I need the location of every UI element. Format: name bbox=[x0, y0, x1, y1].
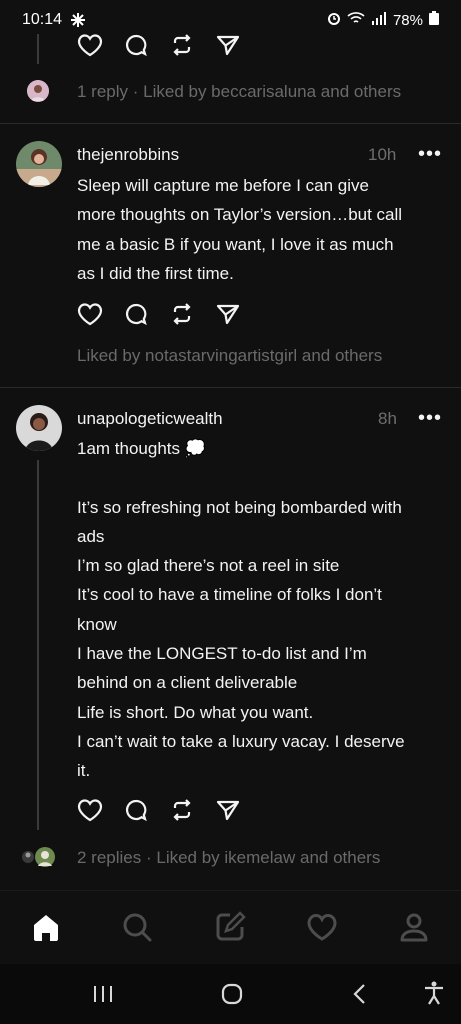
like-icon[interactable] bbox=[77, 30, 123, 60]
home-button-icon[interactable] bbox=[220, 982, 244, 1011]
share-icon[interactable] bbox=[215, 795, 261, 825]
alarm-icon bbox=[327, 11, 341, 29]
reply-meta[interactable]: 1 reply · Liked by beccarisaluna and oth… bbox=[77, 82, 401, 102]
text-line: behind on a client deliverable bbox=[77, 673, 298, 693]
bottom-nav bbox=[0, 890, 461, 965]
back-icon[interactable] bbox=[352, 983, 368, 1010]
home-icon[interactable] bbox=[30, 911, 62, 948]
username[interactable]: unapologeticwealth bbox=[77, 409, 223, 429]
accessibility-icon[interactable] bbox=[422, 980, 446, 1011]
comment-icon[interactable] bbox=[123, 30, 169, 60]
text-line bbox=[77, 463, 449, 492]
text-line: Life is short. Do what you want. bbox=[77, 702, 314, 722]
share-icon[interactable] bbox=[215, 299, 261, 329]
system-nav-bar bbox=[0, 964, 461, 1024]
text-line: It’s cool to have a timeline of folks I … bbox=[77, 585, 382, 605]
battery-icon bbox=[429, 11, 439, 29]
status-icons: 78% bbox=[327, 11, 439, 29]
post-actions bbox=[77, 795, 261, 825]
repost-icon[interactable] bbox=[169, 30, 215, 60]
post-actions bbox=[77, 30, 261, 60]
user-avatar[interactable] bbox=[16, 405, 62, 451]
thread-line bbox=[37, 34, 39, 64]
reply-avatars[interactable] bbox=[20, 846, 58, 868]
username[interactable]: thejenrobbins bbox=[77, 145, 179, 165]
post-time: 10h bbox=[368, 145, 397, 164]
reply-avatar[interactable] bbox=[27, 80, 49, 102]
text-line: it. bbox=[77, 761, 91, 781]
post-divider bbox=[0, 123, 461, 124]
user-avatar[interactable] bbox=[16, 141, 62, 187]
post-text: 1am thoughts 💭 It’s so refreshing not be… bbox=[77, 434, 449, 786]
share-icon[interactable] bbox=[215, 30, 261, 60]
more-options-icon[interactable]: ••• bbox=[418, 407, 442, 430]
wifi-icon bbox=[347, 11, 365, 29]
signal-icon bbox=[371, 11, 387, 29]
text-line: It’s so refreshing not being bombarded w… bbox=[77, 497, 402, 517]
like-icon[interactable] bbox=[77, 299, 123, 329]
comment-icon[interactable] bbox=[123, 795, 169, 825]
more-options-icon[interactable]: ••• bbox=[418, 143, 442, 166]
heart-icon[interactable] bbox=[306, 911, 338, 948]
text-line: I have the LONGEST to-do list and I’m bbox=[77, 644, 367, 664]
status-time: 10:14 bbox=[22, 11, 63, 28]
comment-icon[interactable] bbox=[123, 299, 169, 329]
text-line: I can’t wait to take a luxury vacay. I d… bbox=[77, 731, 405, 751]
text-line: Sleep will capture me before I can give bbox=[77, 176, 369, 195]
text-line: more thoughts on Taylor’s version…but ca… bbox=[77, 205, 403, 225]
post-time: 8h bbox=[378, 409, 397, 428]
thread-line bbox=[37, 460, 39, 830]
replies-meta[interactable]: 2 replies · Liked by ikemelaw and others bbox=[77, 848, 380, 868]
text-line: as I did the first time. bbox=[77, 263, 234, 283]
repost-icon[interactable] bbox=[169, 299, 215, 329]
text-line: know bbox=[77, 614, 117, 634]
search-icon[interactable] bbox=[121, 911, 153, 948]
text-line: me a basic B if you want, I love it as m… bbox=[77, 234, 394, 254]
repost-icon[interactable] bbox=[169, 795, 215, 825]
compose-icon[interactable] bbox=[214, 911, 246, 948]
text-line: I’m so glad there’s not a reel in site bbox=[77, 556, 340, 576]
likes-meta[interactable]: Liked by notastarvingartistgirl and othe… bbox=[77, 346, 382, 366]
profile-icon[interactable] bbox=[398, 911, 430, 948]
recents-icon[interactable] bbox=[92, 984, 114, 1009]
battery-percent: 78% bbox=[392, 11, 423, 29]
text-line: ads bbox=[77, 526, 105, 546]
post-text: Sleep will capture me before I can give … bbox=[77, 171, 449, 288]
text-line: 1am thoughts 💭 bbox=[77, 439, 206, 458]
post-divider bbox=[0, 387, 461, 388]
like-icon[interactable] bbox=[77, 795, 123, 825]
post-actions bbox=[77, 299, 261, 329]
